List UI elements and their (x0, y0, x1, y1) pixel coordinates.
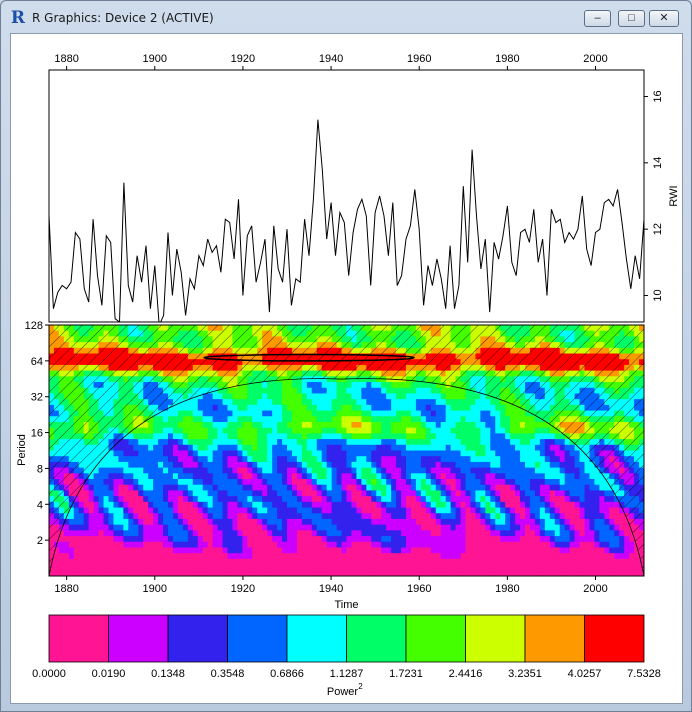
time-tick-label-1940: 1940 (319, 583, 343, 595)
graphics-device-canvas: 1880 1900 1920 1940 1960 1980 2000 10 12 14 16 RWI 1… (10, 33, 683, 704)
time-tick-label-1920: 1920 (231, 583, 255, 595)
time-tick-label-1880: 1880 (54, 583, 78, 595)
time-tick-label-1900: 1900 (143, 583, 167, 595)
legend-swatch-5 (346, 614, 407, 663)
time-tick-label-1960: 1960 (407, 583, 431, 595)
legend-swatch-8 (524, 614, 585, 663)
period-tick-label-16: 16 (31, 428, 43, 440)
legend-title: Power (327, 686, 359, 698)
period-tick-label-2: 2 (37, 535, 43, 547)
legend-swatch-3 (227, 614, 288, 663)
legend-swatch-4 (286, 614, 347, 663)
legend-break-label-7: 2.4416 (449, 668, 483, 680)
period-tick-label-32: 32 (31, 392, 43, 404)
time-tick-label-1980: 1980 (495, 583, 519, 595)
legend-break-label-0: 0.0000 (32, 668, 66, 680)
rwi-axis-label: RWI (668, 185, 680, 206)
r-logo-icon: R (10, 8, 26, 28)
maximize-button[interactable]: □ (618, 10, 645, 27)
legend-break-label-3: 0.3548 (211, 668, 245, 680)
legend-swatch-6 (405, 614, 466, 663)
r-graphics-window: R R Graphics: Device 2 (ACTIVE) – □ ✕ 18… (0, 0, 692, 712)
legend-swatch-7 (465, 614, 526, 663)
rwi-y-tick-label-10: 10 (652, 289, 664, 301)
legend-break-label-10: 7.5328 (627, 668, 661, 680)
rwi-y-tick-label-16: 16 (652, 90, 664, 102)
period-tick-label-8: 8 (37, 463, 43, 475)
close-button[interactable]: ✕ (649, 10, 679, 27)
top-x-tick-label-1900: 1900 (143, 53, 167, 65)
top-x-tick-label-1880: 1880 (54, 53, 78, 65)
legend-break-label-8: 3.2351 (508, 668, 542, 680)
top-x-tick-label-1920: 1920 (231, 53, 255, 65)
legend-break-label-5: 1.1287 (330, 668, 364, 680)
period-tick-label-128: 128 (25, 320, 43, 332)
legend-swatch-1 (108, 614, 169, 663)
wavelet-power-plot (49, 325, 644, 576)
rwi-series-line (49, 119, 644, 322)
legend-break-label-9: 4.0257 (568, 668, 602, 680)
rwi-y-tick-label-12: 12 (652, 223, 664, 235)
title-bar[interactable]: R R Graphics: Device 2 (ACTIVE) – □ ✕ (1, 1, 691, 33)
wavelet-figure: 1880 1900 1920 1940 1960 1980 2000 10 12 14 16 RWI 1… (16, 53, 680, 698)
legend-break-label-2: 0.1348 (151, 668, 185, 680)
top-x-tick-label-1980: 1980 (495, 53, 519, 65)
window-title: R Graphics: Device 2 (ACTIVE) (32, 11, 214, 25)
period-tick-label-64: 64 (31, 356, 43, 368)
legend-swatch-0 (48, 614, 109, 663)
minimize-button[interactable]: – (584, 10, 611, 27)
legend-break-label-4: 0.6866 (270, 668, 304, 680)
legend-break-label-6: 1.7231 (389, 668, 423, 680)
time-tick-label-2000: 2000 (583, 583, 607, 595)
legend-swatch-9 (584, 614, 645, 663)
top-x-tick-label-1940: 1940 (319, 53, 343, 65)
period-tick-label-4: 4 (37, 499, 43, 511)
top-x-tick-label-1960: 1960 (407, 53, 431, 65)
series-plot-frame (48, 69, 645, 323)
top-x-tick-label-2000: 2000 (583, 53, 607, 65)
rwi-y-tick-label-14: 14 (652, 157, 664, 169)
legend-break-label-1: 0.0190 (92, 668, 126, 680)
period-axis-label: Period (16, 434, 28, 466)
time-axis-label: Time (334, 599, 358, 611)
legend-title-superscript: 2 (358, 682, 363, 691)
legend-swatch-2 (167, 614, 228, 663)
